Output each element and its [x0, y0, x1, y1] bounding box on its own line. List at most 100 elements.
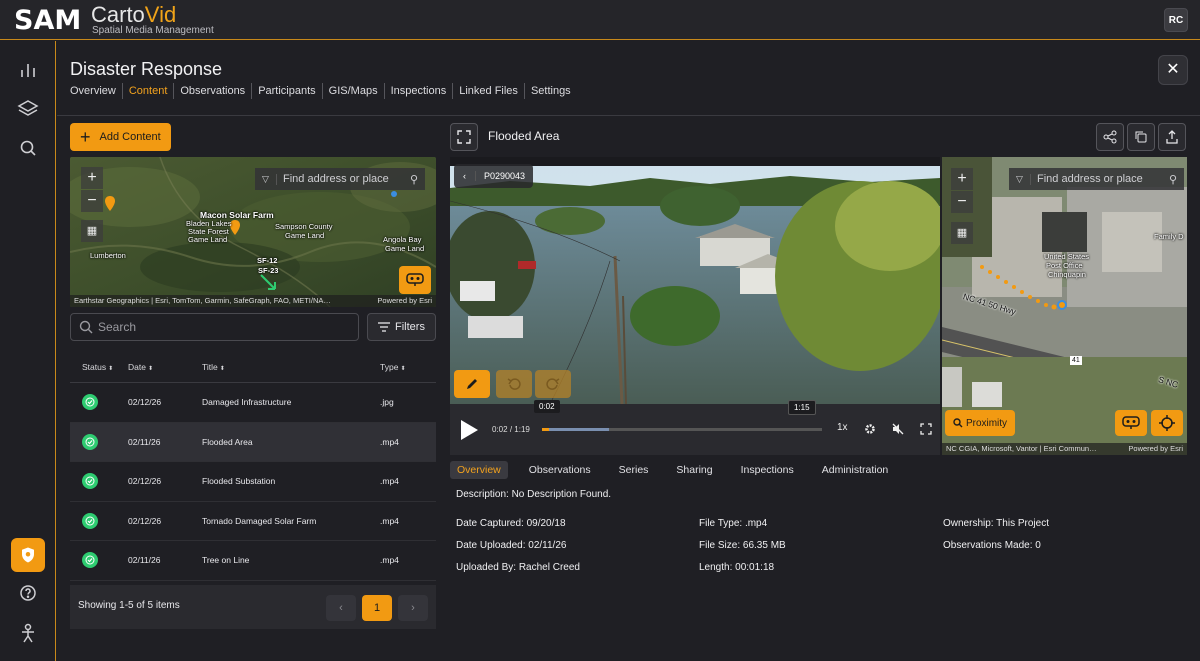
map-label-route-41: 41: [1070, 356, 1082, 365]
tab-participants[interactable]: Participants: [252, 83, 323, 99]
table-row-selected[interactable]: 02/11/26 Flooded Area .mp4: [70, 422, 436, 462]
status-complete-icon: [82, 512, 98, 529]
tab-overview[interactable]: Overview: [70, 83, 123, 99]
zoom-out-button[interactable]: −: [81, 190, 103, 212]
filters-button[interactable]: Filters: [367, 313, 436, 341]
layers-icon[interactable]: [16, 97, 40, 121]
fullscreen-button[interactable]: [450, 123, 478, 151]
video-frame-flood-scene: [450, 166, 940, 404]
table-row[interactable]: 02/11/26 Tree on Line .mp4: [70, 541, 436, 581]
detail-tab-sharing[interactable]: Sharing: [669, 461, 719, 479]
row-date: 02/12/26: [128, 397, 162, 408]
row-date: 02/11/26: [128, 436, 161, 447]
export-button[interactable]: [1158, 123, 1186, 151]
page-next-button[interactable]: ›: [398, 595, 428, 621]
map-search-box[interactable]: ▽ Find address or place ⚲: [255, 168, 425, 190]
zoom-in-button[interactable]: +: [951, 168, 973, 190]
add-content-button[interactable]: + Add Content: [70, 123, 171, 151]
table-row[interactable]: 02/12/26 Flooded Substation .mp4: [70, 462, 436, 502]
fullscreen-icon[interactable]: [920, 423, 932, 435]
tab-observations[interactable]: Observations: [174, 83, 253, 99]
map-label-us: United States: [1044, 252, 1090, 261]
progress-bar[interactable]: [542, 428, 549, 431]
rewind-button[interactable]: [496, 370, 532, 398]
dashboard-chart-icon[interactable]: [16, 58, 40, 82]
location-pin-icon[interactable]: [104, 196, 116, 212]
user-avatar[interactable]: RC: [1164, 8, 1188, 32]
meta-ownership: Ownership: This Project: [943, 518, 1049, 529]
search-icon[interactable]: ⚲: [403, 173, 425, 186]
powered-by-esri[interactable]: Powered by Esri: [1128, 444, 1183, 453]
zoom-out-button[interactable]: −: [951, 191, 973, 213]
table-row[interactable]: 02/12/26 Damaged Infrastructure .jpg: [70, 383, 436, 423]
tab-inspections[interactable]: Inspections: [385, 83, 454, 99]
speed-button[interactable]: 1x: [837, 422, 848, 433]
location-map[interactable]: + − ▦ ▽ Find address or place ⚲ United S…: [942, 157, 1187, 455]
share-button[interactable]: [1096, 123, 1124, 151]
close-button[interactable]: ✕: [1158, 55, 1188, 85]
column-title[interactable]: Title ⬍: [202, 362, 380, 372]
status-complete-icon: [82, 433, 98, 450]
page-prev-button[interactable]: ‹: [326, 595, 356, 621]
back-arrow-icon[interactable]: ‹: [454, 171, 476, 181]
shield-admin-button[interactable]: [11, 538, 45, 572]
tab-linked-files[interactable]: Linked Files: [453, 83, 525, 99]
chevron-down-icon[interactable]: ▽: [255, 173, 277, 185]
column-label: Status: [82, 361, 107, 372]
status-complete-icon: [82, 394, 98, 411]
map-search-box[interactable]: ▽ Find address or place ⚲: [1009, 168, 1184, 190]
column-status[interactable]: Status ⬍: [70, 362, 128, 372]
qr-scan-icon[interactable]: ▦: [951, 222, 973, 244]
chevron-down-icon[interactable]: ▽: [1009, 173, 1031, 185]
tab-content[interactable]: Content: [123, 83, 175, 99]
column-type[interactable]: Type ⬍: [380, 362, 436, 372]
current-time: 0:02: [492, 425, 508, 434]
zoom-in-button[interactable]: +: [81, 167, 103, 189]
play-icon[interactable]: [458, 418, 480, 442]
map-layer-toggle-button[interactable]: [1115, 410, 1147, 436]
table-row[interactable]: 02/12/26 Tornado Damaged Solar Farm .mp4: [70, 502, 436, 541]
qr-scan-icon[interactable]: ▦: [81, 220, 103, 242]
person-settings-icon[interactable]: [16, 621, 40, 645]
detail-tab-observations[interactable]: Observations: [522, 461, 598, 479]
map-layer-toggle-button[interactable]: [399, 266, 431, 294]
powered-by-esri[interactable]: Powered by Esri: [377, 296, 432, 305]
tab-settings[interactable]: Settings: [525, 83, 577, 99]
map-search-input[interactable]: Find address or place: [277, 173, 403, 185]
forward-button[interactable]: [535, 370, 571, 398]
proximity-button[interactable]: Proximity: [945, 410, 1015, 436]
time-display: 0:02 / 1:19: [492, 425, 530, 434]
column-label: Date: [128, 361, 146, 372]
annotate-button[interactable]: [454, 370, 490, 398]
gear-icon[interactable]: [864, 423, 876, 435]
map-attribution: Earthstar Geographics | Esri, TomTom, Ga…: [70, 295, 436, 307]
mute-icon[interactable]: [892, 423, 904, 435]
plus-icon: +: [80, 127, 91, 147]
video-id-badge[interactable]: ‹ P0290043: [454, 164, 534, 188]
detail-tab-inspections[interactable]: Inspections: [734, 461, 801, 479]
sam-logo[interactable]: SAM: [14, 5, 81, 36]
search-icon: [953, 418, 963, 428]
meta-date-uploaded: Date Uploaded: 02/11/26: [456, 540, 567, 551]
overview-map[interactable]: + − ▦ ▽ Find address or place ⚲ Macon So…: [70, 157, 436, 307]
meta-length: Length: 00:01:18: [699, 562, 775, 573]
help-icon[interactable]: [16, 581, 40, 605]
column-date[interactable]: Date ⬍: [128, 362, 202, 372]
map-label-lumberton: Lumberton: [90, 251, 126, 260]
locate-button[interactable]: [1151, 410, 1183, 436]
row-title: Flooded Substation: [202, 476, 276, 487]
search-icon[interactable]: [16, 136, 40, 160]
detail-tab-administration[interactable]: Administration: [815, 461, 896, 479]
search-icon[interactable]: ⚲: [1162, 173, 1184, 186]
marker-sf-12[interactable]: SF-12: [257, 256, 277, 265]
page-1-button[interactable]: 1: [362, 595, 392, 621]
detail-tab-series[interactable]: Series: [612, 461, 656, 479]
copy-button[interactable]: [1127, 123, 1155, 151]
flight-path-icon[interactable]: [259, 273, 279, 293]
video-player[interactable]: ‹ P0290043 0:02 1:15 0:02 / 1:19 1x: [450, 157, 940, 455]
detail-tab-overview[interactable]: Overview: [450, 461, 508, 479]
tab-gis-maps[interactable]: GIS/Maps: [323, 83, 385, 99]
table-header: Status ⬍ Date ⬍ Title ⬍ Type ⬍: [70, 351, 436, 383]
content-search-input[interactable]: Search: [70, 313, 359, 341]
map-search-input[interactable]: Find address or place: [1031, 173, 1162, 185]
